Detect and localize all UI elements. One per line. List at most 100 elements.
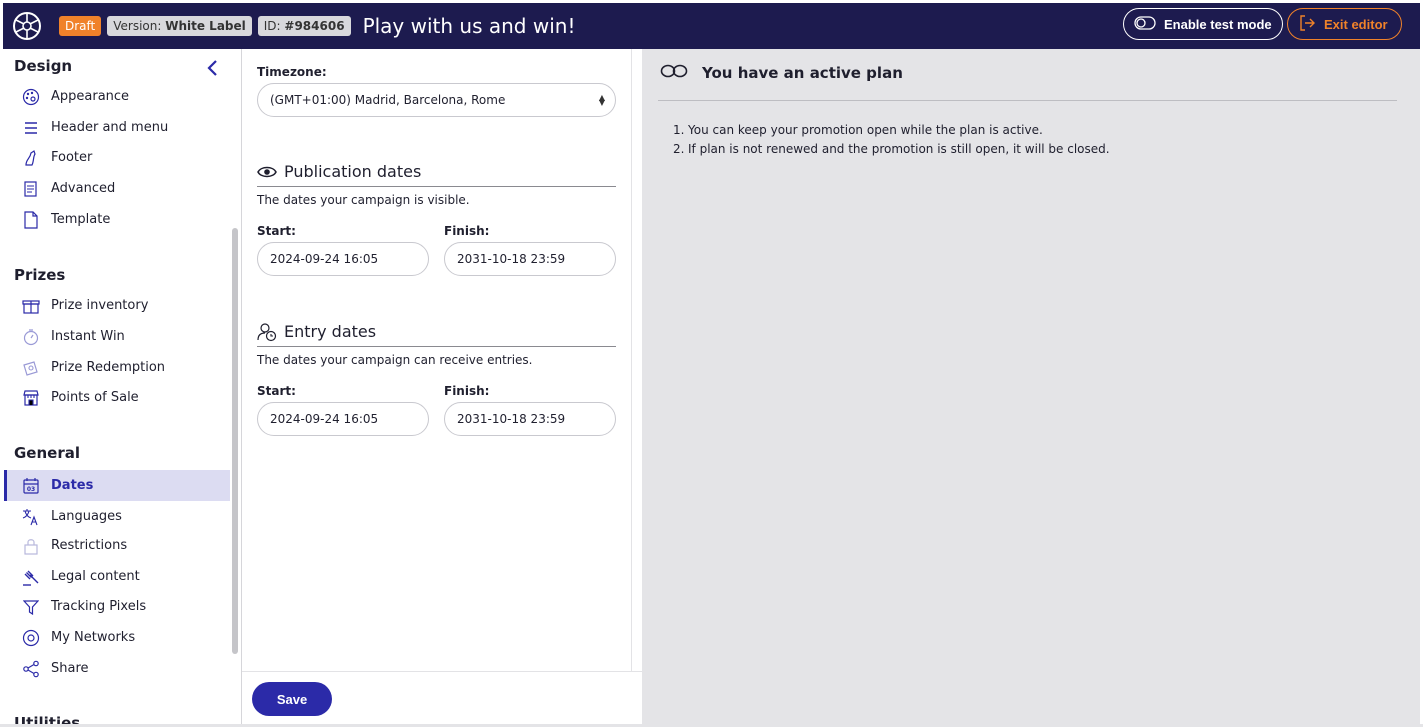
entry-dates-title: Entry dates xyxy=(284,322,377,341)
publication-dates-description: The dates your campaign is visible. xyxy=(257,193,470,207)
version-badge: Version: White Label xyxy=(107,16,252,36)
publication-finish-label: Finish: xyxy=(444,224,490,238)
plan-title: You have an active plan xyxy=(702,64,903,82)
template-icon xyxy=(21,210,41,230)
sidebar-item-legal-content[interactable]: Legal content xyxy=(4,561,230,592)
sidebar-item-label: Template xyxy=(51,212,111,227)
footer-icon xyxy=(21,148,41,168)
sidebar-item-tracking-pixels[interactable]: Tracking Pixels xyxy=(4,591,230,622)
id-label: ID: xyxy=(263,19,285,33)
translate-icon xyxy=(21,507,41,527)
sidebar-item-label: My Networks xyxy=(51,630,136,645)
entry-dates-heading: Entry dates xyxy=(257,317,616,347)
sidebar-item-header-and-menu[interactable]: Header and menu xyxy=(4,112,230,143)
sidebar-item-label: Prize inventory xyxy=(51,298,149,313)
calendar-icon: 03 xyxy=(21,476,41,496)
sidebar-item-points-of-sale[interactable]: Points of Sale xyxy=(4,382,230,413)
sidebar-item-my-networks[interactable]: My Networks xyxy=(4,622,230,653)
sidebar-item-label: Prize Redemption xyxy=(51,360,166,375)
list-item: 1. You can keep your promotion open while… xyxy=(673,121,1110,140)
exit-icon xyxy=(1298,14,1316,35)
filter-icon xyxy=(21,597,41,617)
enable-test-mode-label: Enable test mode xyxy=(1164,16,1272,32)
page-title: Play with us and win! xyxy=(362,14,576,38)
sidebar-item-label: Legal content xyxy=(51,569,140,584)
entry-start-label: Start: xyxy=(257,384,296,398)
share-icon xyxy=(21,659,41,679)
sidebar-item-advanced[interactable]: Advanced xyxy=(4,173,230,204)
palette-icon xyxy=(21,87,41,107)
sidebar-item-label: Header and menu xyxy=(51,120,169,135)
lock-icon xyxy=(21,536,41,556)
id-badge: ID: #984606 xyxy=(257,16,351,36)
publication-start-label: Start: xyxy=(257,224,296,238)
entry-finish-label: Finish: xyxy=(444,384,490,398)
stopwatch-icon xyxy=(21,327,41,347)
sidebar-item-instant-win[interactable]: Instant Win xyxy=(4,321,230,352)
sidebar-item-prize-redemption[interactable]: Prize Redemption xyxy=(4,352,230,383)
publication-start-input[interactable]: 2024-09-24 16:05 xyxy=(257,242,429,276)
entry-start-input[interactable]: 2024-09-24 16:05 xyxy=(257,402,429,436)
section-title-design: Design xyxy=(14,57,73,75)
version-label: Version: xyxy=(113,19,166,33)
sidebar-item-share[interactable]: Share xyxy=(4,653,230,684)
publication-finish-input[interactable]: 2031-10-18 23:59 xyxy=(444,242,616,276)
plan-heading: You have an active plan xyxy=(660,64,903,82)
sidebar-item-label: Points of Sale xyxy=(51,390,139,405)
id-value: #984606 xyxy=(284,19,345,33)
list-item-text: If plan is not renewed and the promotion… xyxy=(688,142,1110,156)
app-logo-icon[interactable] xyxy=(11,10,43,42)
publication-dates-title: Publication dates xyxy=(284,162,422,181)
select-arrows-icon: ▲ ▼ xyxy=(598,93,605,107)
store-icon xyxy=(21,388,41,408)
sidebar-item-label: Dates xyxy=(51,478,94,493)
list-item-text: You can keep your promotion open while t… xyxy=(688,123,1043,137)
publication-dates-heading: Publication dates xyxy=(257,157,616,187)
sidebar-item-appearance[interactable]: Appearance xyxy=(4,81,230,112)
svg-text:03: 03 xyxy=(27,486,35,493)
sidebar-scrollbar[interactable] xyxy=(232,228,238,654)
entry-finish-value: 2031-10-18 23:59 xyxy=(457,412,566,426)
entry-dates-description: The dates your campaign can receive entr… xyxy=(257,353,533,367)
entry-finish-input[interactable]: 2031-10-18 23:59 xyxy=(444,402,616,436)
sidebar-item-template[interactable]: Template xyxy=(4,204,230,235)
section-title-general: General xyxy=(14,444,80,462)
list-item-number: 1. xyxy=(673,123,685,137)
list-item: 2. If plan is not renewed and the promoti… xyxy=(673,140,1110,159)
sidebar-item-label: Restrictions xyxy=(51,538,128,553)
exit-editor-label: Exit editor xyxy=(1324,16,1388,32)
sidebar-item-label: Advanced xyxy=(51,181,116,196)
advanced-icon xyxy=(21,179,41,199)
version-value: White Label xyxy=(165,19,246,33)
dates-form-panel xyxy=(242,49,642,727)
eye-icon xyxy=(257,162,277,182)
entry-start-value: 2024-09-24 16:05 xyxy=(270,412,379,426)
collapse-sidebar-icon[interactable] xyxy=(203,58,223,78)
enable-test-mode-button[interactable]: Enable test mode xyxy=(1123,8,1283,40)
globe-icon xyxy=(21,628,41,648)
sidebar-item-label: Share xyxy=(51,661,89,676)
timezone-label: Timezone: xyxy=(257,65,327,79)
exit-editor-button[interactable]: Exit editor xyxy=(1287,8,1402,40)
sidebar-item-restrictions[interactable]: Restrictions xyxy=(4,530,230,561)
sidebar-item-prize-inventory[interactable]: Prize inventory xyxy=(4,290,230,321)
timezone-select[interactable]: (GMT+01:00) Madrid, Barcelona, Rome ▲ ▼ xyxy=(257,83,616,117)
publication-start-value: 2024-09-24 16:05 xyxy=(270,252,379,266)
form-scroll-track xyxy=(631,49,632,671)
publication-finish-value: 2031-10-18 23:59 xyxy=(457,252,566,266)
sidebar-item-footer[interactable]: Footer xyxy=(4,142,230,173)
plan-notes-list: 1. You can keep your promotion open while… xyxy=(673,121,1110,159)
sidebar-item-label: Languages xyxy=(51,509,122,524)
toggle-icon xyxy=(1134,15,1156,33)
top-bar: Draft Version: White Label ID: #984606 P… xyxy=(3,3,1420,49)
sidebar-item-languages[interactable]: Languages xyxy=(4,501,230,532)
gift-icon xyxy=(21,296,41,316)
sidebar-item-label: Appearance xyxy=(51,89,130,104)
infinity-icon xyxy=(660,64,688,82)
sidebar-item-label: Instant Win xyxy=(51,329,125,344)
sidebar-item-label: Tracking Pixels xyxy=(51,599,147,614)
sidebar-item-label: Footer xyxy=(51,150,93,165)
redemption-icon xyxy=(21,358,41,378)
sidebar-item-dates[interactable]: 03 Dates xyxy=(4,470,230,501)
save-button[interactable]: Save xyxy=(252,682,332,716)
